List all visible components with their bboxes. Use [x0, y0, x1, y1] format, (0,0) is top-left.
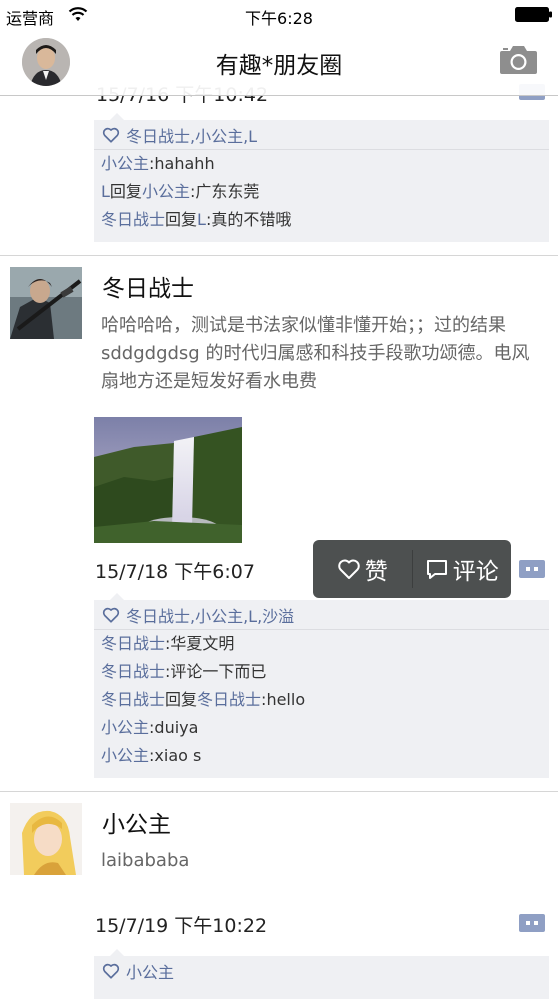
comment-reply-to: L: [197, 210, 206, 229]
battery-icon: [515, 7, 552, 22]
comment-item[interactable]: 小公主:hahahh: [94, 150, 549, 178]
comment-author: 小公主: [101, 718, 150, 737]
comment-item[interactable]: L回复小公主:广东东莞: [94, 178, 549, 206]
comment-reply-to: 小公主: [141, 182, 190, 201]
navigation-bar: 有趣*朋友圈: [0, 28, 558, 96]
heart-icon: [102, 963, 120, 979]
comment-author: 冬日战士: [101, 690, 166, 709]
reply-word: 回复: [109, 182, 142, 201]
comment-author: 冬日战士: [101, 210, 166, 229]
reply-word: 回复: [165, 690, 198, 709]
comment-text: :真的不错哦: [205, 210, 292, 229]
comment-item[interactable]: 冬日战士回复冬日战士:hello: [94, 686, 549, 714]
avatar[interactable]: [10, 267, 82, 339]
comment-text: :华夏文明: [165, 634, 235, 653]
comment-author: 小公主: [101, 154, 150, 173]
like-button[interactable]: 赞: [313, 540, 412, 598]
likes-row: 冬日战士,小公主,L: [94, 120, 549, 150]
more-bubble-icon[interactable]: [519, 914, 545, 932]
comment-text: :duiya: [149, 718, 199, 737]
heart-icon: [338, 559, 360, 579]
likes-row: 小公主: [94, 956, 549, 986]
comment-button[interactable]: 评论: [413, 540, 512, 598]
comment-text: :评论一下而已: [165, 662, 267, 681]
partial-post-interactions: 冬日战士,小公主,L 小公主:hahahh L回复小公主:广东东莞 冬日战士回复…: [94, 113, 549, 242]
moments-feed[interactable]: 15/7/16 下午10:42 冬日战士,小公主,L 小公主:hahahh L回…: [0, 0, 558, 999]
heart-icon: [102, 607, 120, 623]
comment-text: :hello: [261, 690, 306, 709]
comment-item[interactable]: 小公主:duiya: [94, 714, 549, 742]
likes-names[interactable]: 冬日战士,小公主,L,沙溢: [126, 603, 294, 627]
post-divider: [0, 791, 558, 792]
like-comment-popup: 赞 评论: [313, 540, 511, 598]
likes-names[interactable]: 冬日战士,小公主,L: [126, 123, 257, 147]
post-text: 哈哈哈哈，测试是书法家似懂非懂开始；；过的结果 sddgdgdsg 的时代归属感…: [101, 315, 530, 392]
comment-author: 小公主: [101, 746, 150, 765]
page-title: 有趣*朋友圈: [215, 53, 343, 79]
comment-item[interactable]: 小公主:xiao s: [94, 742, 549, 770]
comment-author: 冬日战士: [101, 662, 166, 681]
post-author[interactable]: 冬日战士: [102, 269, 194, 303]
comment-icon: [426, 560, 447, 579]
post-interactions: 小公主: [94, 949, 549, 999]
camera-icon[interactable]: [499, 44, 538, 75]
comment-author: 冬日战士: [101, 634, 166, 653]
comment-label: 评论: [452, 559, 499, 585]
status-time: 下午6:28: [245, 9, 313, 28]
post-image[interactable]: [94, 417, 242, 543]
reply-word: 回复: [165, 210, 198, 229]
avatar[interactable]: [10, 803, 82, 875]
status-bar: 运营商 下午6:28: [0, 0, 558, 28]
comment-text: :hahahh: [149, 154, 215, 173]
heart-icon: [102, 127, 120, 143]
post-divider: [0, 255, 558, 256]
comment-author: L: [101, 182, 110, 201]
comment-reply-to: 冬日战士: [197, 690, 262, 709]
like-label: 赞: [364, 559, 388, 585]
comment-item[interactable]: 冬日战士:华夏文明: [94, 630, 549, 658]
comment-text: :xiao s: [149, 746, 202, 765]
comment-item[interactable]: 冬日战士回复L:真的不错哦: [94, 206, 549, 234]
post-interactions: 冬日战士,小公主,L,沙溢 冬日战士:华夏文明 冬日战士:评论一下而已 冬日战士…: [94, 593, 549, 778]
more-bubble-icon[interactable]: [519, 560, 545, 578]
post-time: 15/7/19 下午10:22: [95, 915, 268, 937]
comment-item[interactable]: 冬日战士:评论一下而已: [94, 658, 549, 686]
post-time: 15/7/18 下午6:07: [95, 561, 255, 583]
comment-text: :广东东莞: [189, 182, 260, 201]
likes-names[interactable]: 小公主: [126, 959, 174, 983]
post-author[interactable]: 小公主: [102, 805, 171, 839]
likes-row: 冬日战士,小公主,L,沙溢: [94, 600, 549, 630]
post-text: laibababa: [101, 850, 190, 871]
